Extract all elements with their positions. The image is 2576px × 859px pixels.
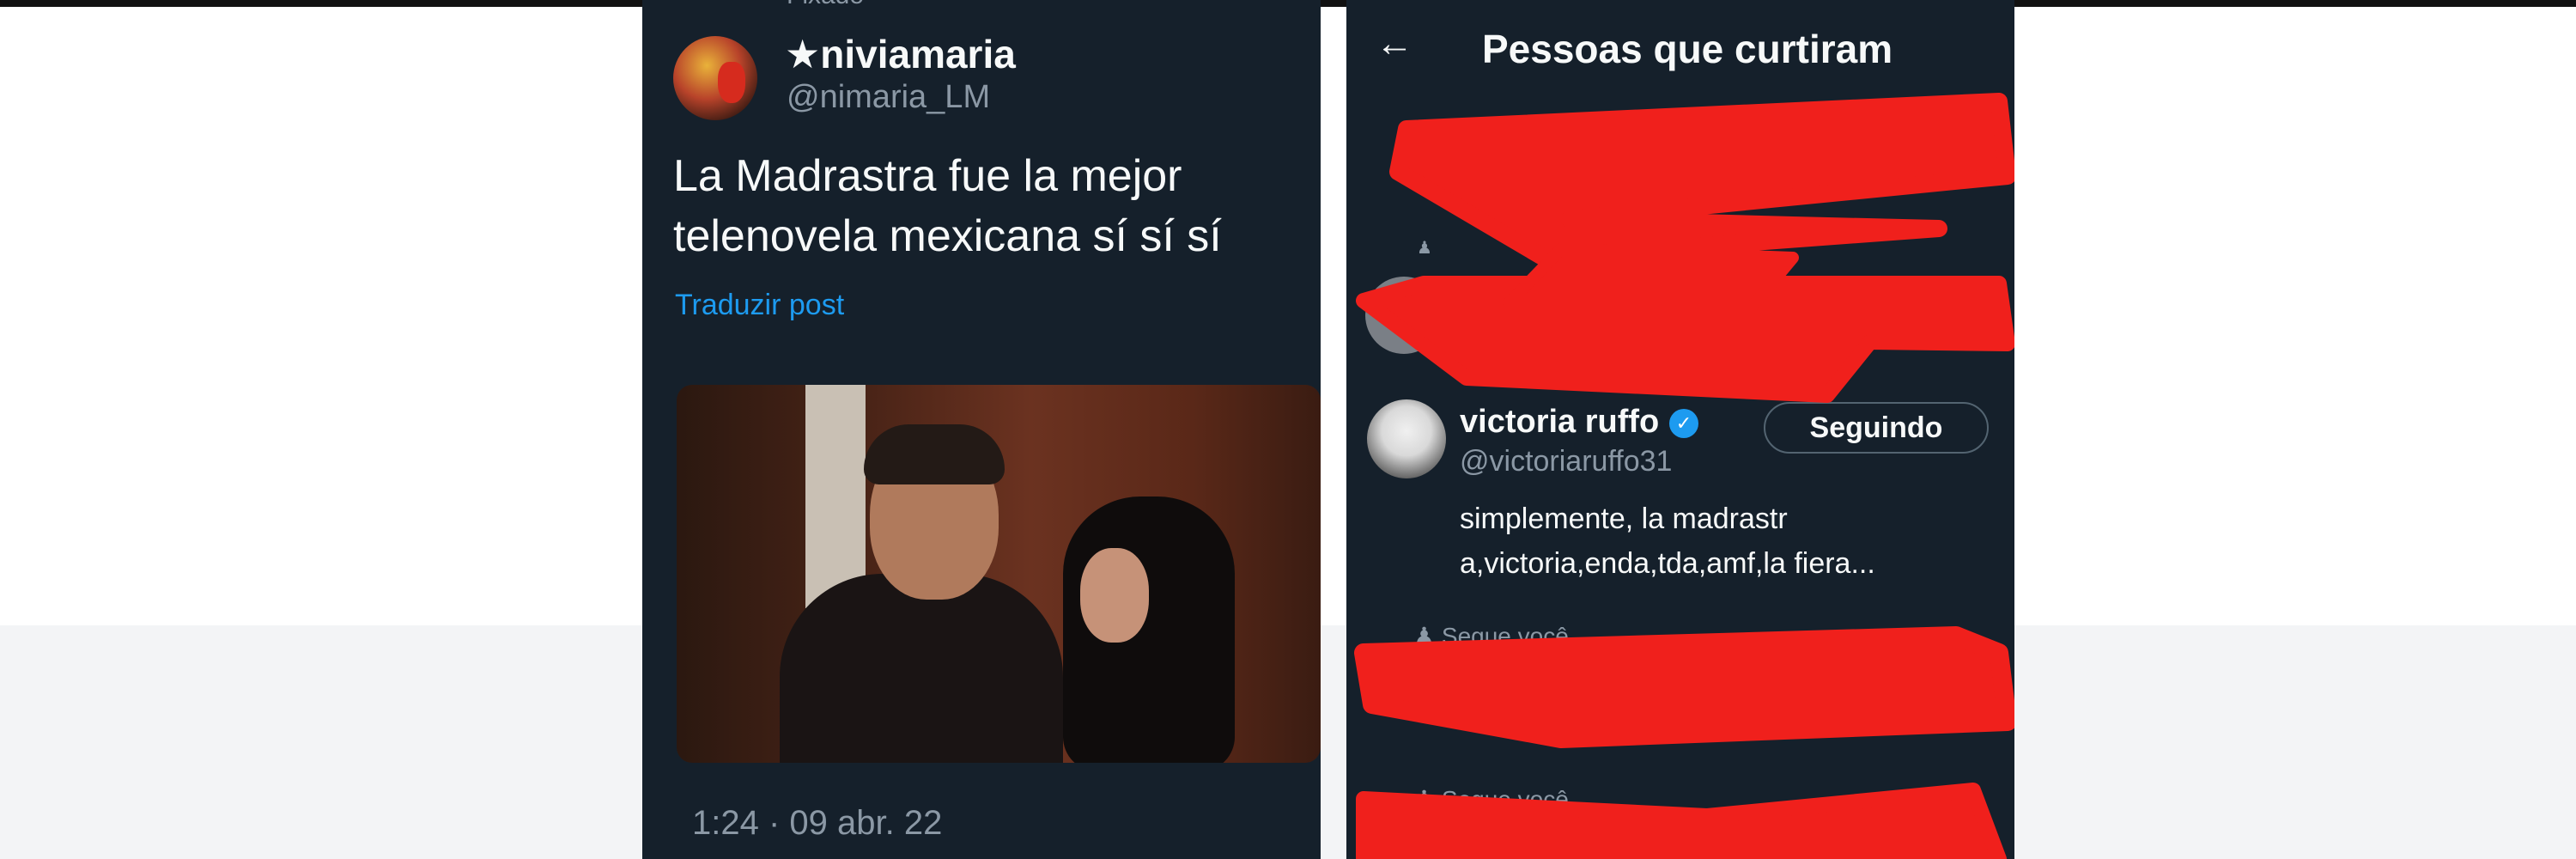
man-hair xyxy=(864,424,1005,484)
display-name[interactable]: ★niviamaria xyxy=(785,31,1016,77)
post-timestamp[interactable]: 1:24 · 09 abr. 22 xyxy=(692,804,942,843)
pinned-post-screenshot: Fixado ★niviamaria @nimaria_LM La Madras… xyxy=(642,0,1321,859)
pinned-label: Fixado xyxy=(787,0,864,10)
redaction-scribbles xyxy=(1354,93,2014,859)
translate-post-link[interactable]: Traduzir post xyxy=(675,289,844,322)
redaction-scribble xyxy=(1504,243,1799,315)
window-background xyxy=(805,385,866,608)
post-video-thumbnail[interactable] xyxy=(677,385,1321,763)
redaction-scribble xyxy=(1389,93,2014,266)
post-text: La Madrastra fue la mejor telenovela mex… xyxy=(673,146,1309,266)
post-text-line: La Madrastra fue la mejor xyxy=(673,151,1182,201)
redaction-scribble xyxy=(1354,626,2014,748)
redaction-scribble xyxy=(1356,783,2007,859)
post-text-line: telenovela mexicana sí sí sí xyxy=(673,211,1222,261)
woman-face xyxy=(1080,548,1149,643)
avatar[interactable] xyxy=(673,36,757,120)
man-figure xyxy=(780,574,1063,763)
likes-list-screenshot: ← Pessoas que curtiram ♟ victoria ruffo … xyxy=(1346,0,2014,859)
user-handle[interactable]: @nimaria_LM xyxy=(787,79,990,116)
